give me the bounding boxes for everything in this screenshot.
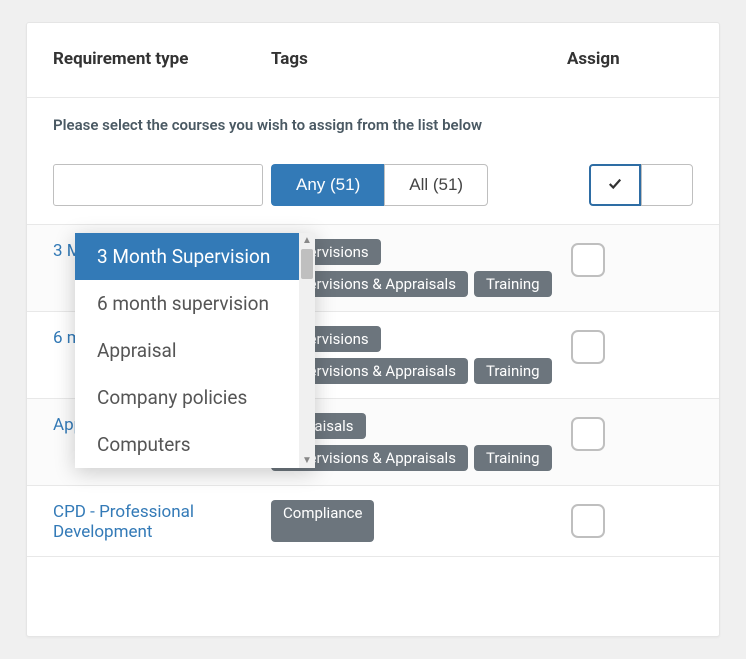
scroll-down-icon[interactable]: ▼ <box>302 453 312 468</box>
any-button[interactable]: Any (51) <box>271 164 384 206</box>
course-row: CPD - Professional Development Complianc… <box>27 486 719 557</box>
dropdown-item[interactable]: Company policies <box>75 374 299 421</box>
requirement-type-dropdown: 3 Month Supervision 6 month supervision … <box>75 233 315 468</box>
assign-toggle-off[interactable] <box>641 164 693 206</box>
scroll-up-icon[interactable]: ▲ <box>302 233 312 248</box>
assign-checkbox[interactable] <box>571 417 605 451</box>
instruction-text: Please select the courses you wish to as… <box>27 98 719 164</box>
assign-toggle-on[interactable] <box>589 164 641 206</box>
course-assign-cell <box>567 413 693 471</box>
course-assign-cell <box>567 326 693 384</box>
course-assign-cell <box>567 500 693 542</box>
all-button[interactable]: All (51) <box>384 164 488 206</box>
assign-checkbox[interactable] <box>571 243 605 277</box>
course-name[interactable]: CPD - Professional Development <box>53 500 271 542</box>
dropdown-scrollbar[interactable]: ▲ ▼ <box>299 233 315 468</box>
any-all-toggle: Any (51) All (51) <box>271 164 488 206</box>
header-assign: Assign <box>567 49 693 69</box>
course-tags: Supervisions Supervisions & Appraisals T… <box>271 326 567 384</box>
column-headers: Requirement type Tags Assign <box>27 49 719 98</box>
course-assign-cell <box>567 239 693 297</box>
dropdown-item[interactable]: Computers <box>75 421 299 468</box>
course-tags: Supervisions Supervisions & Appraisals T… <box>271 239 567 297</box>
tag: Training <box>474 271 552 297</box>
dropdown-item[interactable]: 3 Month Supervision <box>75 233 299 280</box>
tag: Training <box>474 358 552 384</box>
header-tags: Tags <box>271 49 567 69</box>
dropdown-list: 3 Month Supervision 6 month supervision … <box>75 233 299 468</box>
scroll-thumb[interactable] <box>301 249 313 279</box>
assignment-card: Requirement type Tags Assign Please sele… <box>26 22 720 637</box>
filter-row: Any (51) All (51) <box>27 164 719 224</box>
assign-checkbox[interactable] <box>571 330 605 364</box>
tag: Compliance <box>271 500 374 542</box>
dropdown-item[interactable]: 6 month supervision <box>75 280 299 327</box>
assign-all-toggle[interactable] <box>589 164 693 206</box>
tag: Training <box>474 445 552 471</box>
header-requirement-type: Requirement type <box>53 49 271 69</box>
course-tags: Compliance <box>271 500 567 542</box>
course-tags: Appraisals Supervisions & Appraisals Tra… <box>271 413 567 471</box>
dropdown-item[interactable]: Appraisal <box>75 327 299 374</box>
search-input[interactable] <box>53 164 263 206</box>
check-icon <box>608 176 622 195</box>
assign-checkbox[interactable] <box>571 504 605 538</box>
